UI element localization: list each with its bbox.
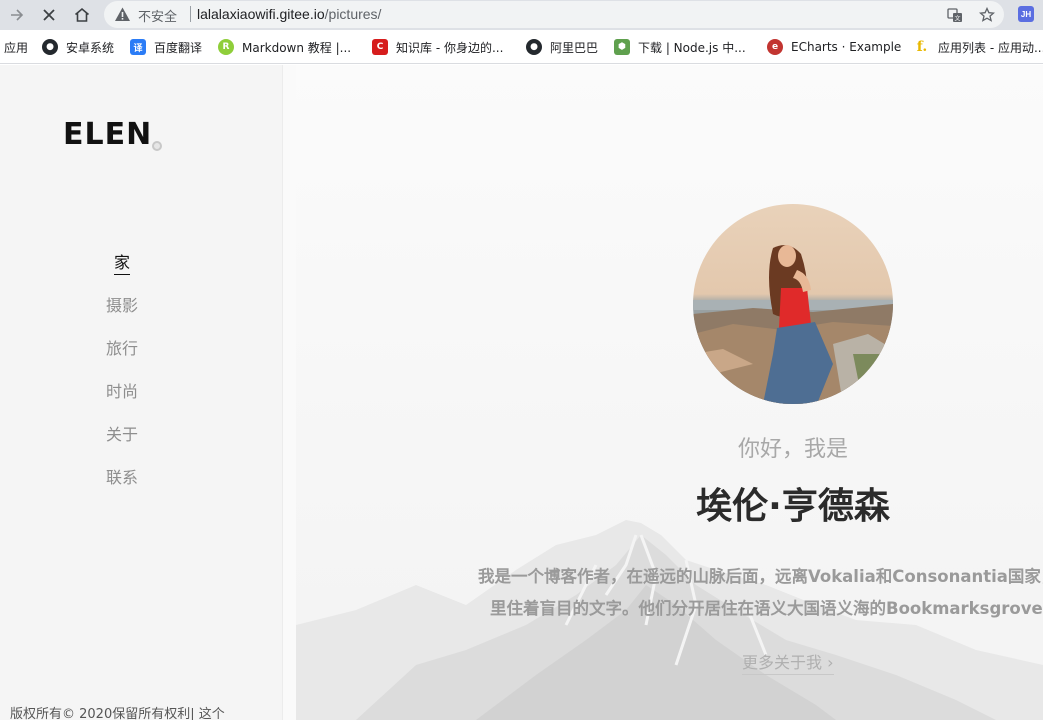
nav-item-home[interactable]: 家 — [0, 249, 244, 275]
bookmark-label: Markdown 教程 |... — [242, 40, 352, 55]
browser-toolbar: 不安全 lalalaxiaowifi.gitee.io/pictures/ 文 … — [0, 0, 1043, 30]
nav-label: 旅行 — [105, 339, 138, 358]
forward-icon[interactable] — [5, 3, 29, 27]
url-host: lalalaxiaowifi.gitee.io — [197, 6, 325, 22]
stop-loading-icon[interactable] — [37, 3, 61, 27]
bookmark-csdn[interactable]: C 知识库 - 你身边的... — [372, 38, 503, 56]
nav-label: 联系 — [105, 468, 138, 487]
bookmark-label: ECharts · Example — [791, 40, 902, 54]
nav-label: 摄影 — [105, 296, 138, 315]
bookmark-label: 应用 — [4, 40, 29, 55]
hero-bio-line-1: 我是一个博客作者，在遥远的山脉后面，远离Vokalia和Consonantia国… — [478, 567, 1043, 586]
nav-item-about[interactable]: 关于 — [0, 421, 244, 445]
csdn-icon: C — [372, 39, 388, 55]
nav-item-fashion[interactable]: 时尚 — [0, 378, 244, 402]
svg-text:文: 文 — [954, 14, 960, 22]
bookmark-app-list[interactable]: f. 应用列表 - 应用动... — [914, 38, 1043, 56]
hero-section: 你好，我是 埃伦·亨德森 我是一个博客作者，在遥远的山脉后面，远离Vokalia… — [296, 65, 1043, 720]
nav-label: 时尚 — [105, 382, 138, 401]
url-path: /pictures/ — [324, 6, 382, 22]
more-about-me-link[interactable]: 更多关于我 › — [742, 649, 834, 675]
warning-icon[interactable] — [114, 6, 131, 23]
sidebar-scroll-gutter — [282, 65, 296, 720]
bookmark-echarts[interactable]: e ECharts · Example — [767, 38, 901, 56]
hero-name: 埃伦·亨德森 — [696, 486, 890, 527]
bookmark-alibaba[interactable]: ● 阿里巴巴 — [526, 38, 598, 56]
bookmark-label: 应用列表 - 应用动... — [938, 40, 1043, 55]
profile-photo — [693, 204, 893, 404]
site-logo[interactable]: ELEN — [63, 117, 152, 152]
bookmark-label: 阿里巴巴 — [550, 40, 599, 55]
hero-bio-line-2: 里住着盲目的文字。他们分开居住在语义大国语义海的Bookmarksgrove海岸 — [490, 599, 1043, 618]
insecure-label[interactable]: 不安全 — [138, 6, 177, 25]
f-icon: f. — [914, 39, 930, 55]
nav-label: 家 — [113, 253, 130, 275]
translate-icon[interactable]: 文 — [946, 6, 963, 23]
bookmark-markdown[interactable]: R Markdown 教程 |... — [218, 38, 351, 56]
mountain-background — [296, 520, 1043, 720]
github-icon: ● — [526, 39, 542, 55]
nodejs-icon: ⬢ — [614, 39, 630, 55]
bookmark-label: 安卓系统 — [66, 40, 115, 55]
github-icon: ● — [42, 39, 58, 55]
nav-item-photography[interactable]: 摄影 — [0, 292, 244, 316]
omnibox-divider — [190, 6, 191, 22]
nav-item-contact[interactable]: 联系 — [0, 464, 244, 488]
bookmark-android[interactable]: ● 安卓系统 — [42, 38, 114, 56]
runoob-icon: R — [218, 39, 234, 55]
bookmark-apps[interactable]: 应用 — [4, 38, 28, 56]
nav-label: 关于 — [105, 425, 138, 444]
profile-avatar[interactable]: JH — [1018, 6, 1034, 22]
bookmark-label: 下载 | Node.js 中... — [638, 40, 746, 55]
hero-greeting: 你好，我是 — [737, 437, 848, 462]
url-text[interactable]: lalalaxiaowifi.gitee.io/pictures/ — [197, 6, 381, 22]
logo-dot — [152, 141, 162, 151]
baidu-translate-icon: 译 — [130, 39, 146, 55]
home-icon[interactable] — [70, 3, 94, 27]
address-bar[interactable]: 不安全 lalalaxiaowifi.gitee.io/pictures/ 文 — [104, 1, 1004, 28]
nav-item-travel[interactable]: 旅行 — [0, 335, 244, 359]
bookmark-baidu-translate[interactable]: 译 百度翻译 — [130, 38, 202, 56]
bookmark-star-icon[interactable] — [978, 6, 995, 23]
echarts-icon: e — [767, 39, 783, 55]
sidebar: ELEN 家 摄影 旅行 时尚 关于 联系 版权所有© 2020保留所有权利| … — [0, 65, 282, 720]
copyright-text: 版权所有© 2020保留所有权利| 这个 — [10, 707, 225, 720]
bookmarks-bar: 应用 ● 安卓系统 译 百度翻译 R Markdown 教程 |... C 知识… — [0, 30, 1043, 64]
bookmark-label: 知识库 - 你身边的... — [396, 40, 504, 55]
bookmark-label: 百度翻译 — [154, 40, 203, 55]
bookmark-nodejs[interactable]: ⬢ 下载 | Node.js 中... — [614, 38, 746, 56]
